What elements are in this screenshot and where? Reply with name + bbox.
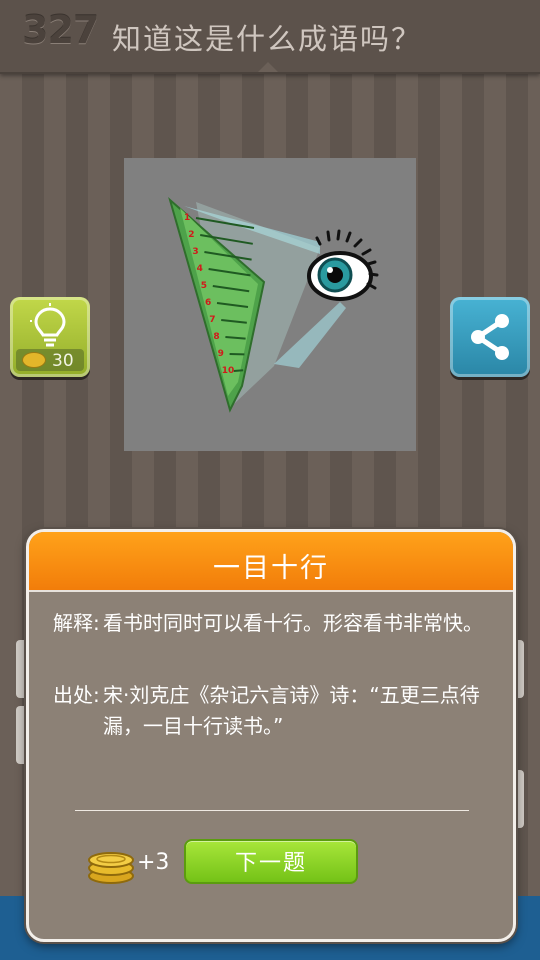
dialog-header: 一目十行 <box>29 532 513 592</box>
hint-button[interactable]: 30 <box>10 297 90 377</box>
dialog-divider <box>75 810 469 811</box>
hint-cost: 30 <box>52 351 74 371</box>
line-number: 7 <box>209 315 215 325</box>
share-button[interactable] <box>450 297 530 377</box>
top-bar-pointer <box>258 62 278 72</box>
source-text: 宋·刘克庄《杂记六言诗》诗：“五更三点待漏，一目十行读书。” <box>103 683 480 738</box>
line-number: 5 <box>201 281 207 291</box>
line-number: 6 <box>205 298 211 308</box>
next-question-button[interactable]: 下一题 <box>184 839 358 884</box>
explanation-text: 看书时同时可以看十行。形容看书非常快。 <box>103 611 483 635</box>
puzzle-image: 1 2 3 4 5 6 7 8 9 10 <box>124 158 416 451</box>
explanation-label: 解释: <box>53 611 100 635</box>
line-number: 10 <box>222 366 235 376</box>
dialog-title: 一目十行 <box>213 553 329 584</box>
question-text: 知道这是什么成语吗？ <box>112 22 423 56</box>
coin-icon <box>22 352 46 368</box>
line-number: 9 <box>218 349 224 359</box>
eye-icon <box>307 229 379 301</box>
lightbulb-icon <box>30 303 66 347</box>
level-number: 327 <box>22 8 99 52</box>
page-line <box>233 369 244 372</box>
answer-dialog: 一目十行 解释: 看书时同时可以看十行。形容看书非常快。 出处: 宋·刘克庄《杂… <box>26 529 516 942</box>
line-number: 1 <box>184 213 190 223</box>
line-number: 3 <box>192 247 198 257</box>
eye-reading-lines-illustration: 1 2 3 4 5 6 7 8 9 10 <box>168 197 379 413</box>
line-number: 8 <box>213 332 219 342</box>
coin-icon <box>88 852 134 884</box>
source-label: 出处: <box>53 683 100 707</box>
share-icon <box>471 314 509 360</box>
reward-amount: +3 <box>137 850 170 875</box>
line-number: 2 <box>188 230 194 240</box>
top-bar: 327 知道这是什么成语吗？ <box>0 0 540 74</box>
line-number: 4 <box>197 264 203 274</box>
